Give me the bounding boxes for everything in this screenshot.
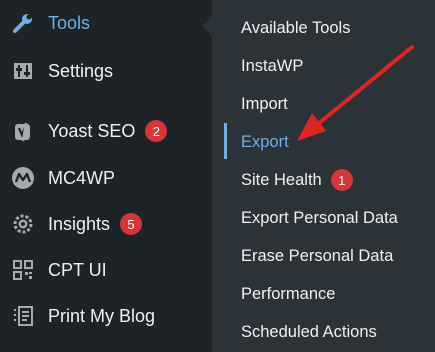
sidebar-item-label: CPT UI — [48, 259, 107, 280]
sidebar-item-label: Tools — [48, 12, 91, 33]
notification-badge: 5 — [120, 213, 143, 235]
submenu-item-scheduled-actions[interactable]: Scheduled Actions — [241, 317, 377, 347]
submenu-item-erase-personal-data[interactable]: Erase Personal Data — [241, 241, 393, 271]
print-blog-icon — [10, 303, 36, 329]
sidebar-item-label: Print My Blog — [48, 305, 156, 326]
notification-badge: 1 — [330, 169, 353, 191]
submenu-item-label: Erase Personal Data — [241, 246, 394, 265]
submenu-item-label: Export — [241, 132, 289, 151]
tools-submenu: Available Tools InstaWP Import Export Si… — [212, 0, 435, 352]
submenu-item-instawp[interactable]: InstaWP — [241, 51, 303, 81]
sidebar-item-label: Settings — [48, 60, 114, 81]
yoast-icon — [10, 118, 36, 144]
submenu-item-label: InstaWP — [241, 56, 304, 75]
submenu-item-label: Import — [241, 94, 288, 113]
notification-badge: 2 — [145, 120, 168, 142]
submenu-item-available-tools[interactable]: Available Tools — [241, 13, 350, 43]
submenu-item-label: Scheduled Actions — [241, 322, 377, 341]
sidebar-item-yoast-seo[interactable]: Yoast SEO 2 — [0, 111, 212, 151]
sidebar-item-settings[interactable]: Settings — [0, 51, 212, 91]
wrench-icon — [10, 10, 36, 36]
cpt-ui-icon — [10, 257, 36, 283]
sidebar-item-insights[interactable]: Insights 5 — [0, 204, 212, 244]
submenu-item-export[interactable]: Export — [241, 127, 289, 157]
settings-sliders-icon — [10, 58, 36, 84]
submenu-item-label: Available Tools — [241, 18, 351, 37]
sidebar-item-label: Yoast SEO — [48, 120, 136, 141]
submenu-item-export-personal-data[interactable]: Export Personal Data — [241, 203, 398, 233]
submenu-item-import[interactable]: Import — [241, 89, 288, 119]
admin-sidebar: Tools Settings Yoast SEO 2 MC4WP Insight… — [0, 0, 212, 352]
sidebar-item-label: MC4WP — [48, 167, 115, 188]
mc4wp-icon — [10, 165, 36, 191]
insights-gear-icon — [10, 211, 36, 237]
submenu-item-label: Site Health — [241, 170, 322, 189]
sidebar-item-mc4wp[interactable]: MC4WP — [0, 158, 212, 198]
sidebar-item-tools[interactable]: Tools — [0, 3, 212, 43]
sidebar-item-cpt-ui[interactable]: CPT UI — [0, 250, 212, 290]
submenu-item-label: Performance — [241, 284, 336, 303]
submenu-item-label: Export Personal Data — [241, 208, 398, 227]
submenu-item-site-health[interactable]: Site Health 1 — [241, 165, 353, 195]
submenu-caret — [202, 16, 212, 36]
submenu-item-performance[interactable]: Performance — [241, 279, 335, 309]
sidebar-item-label: Insights — [48, 213, 111, 234]
sidebar-item-print-my-blog[interactable]: Print My Blog — [0, 296, 212, 336]
current-item-indicator — [224, 123, 227, 159]
